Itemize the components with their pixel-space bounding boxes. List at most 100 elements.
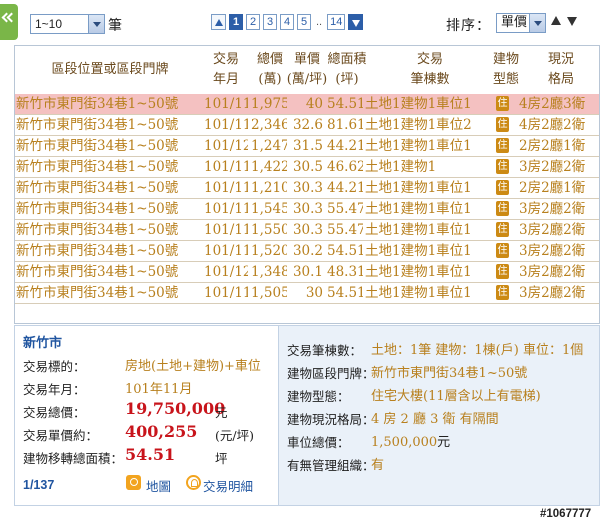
col-header-unit[interactable]: 單價 (萬/坪): [285, 50, 329, 90]
cell-area: 44.21: [327, 138, 363, 154]
col-header-address[interactable]: 區段位置或區段門牌: [15, 60, 205, 80]
col-header-area-line1: 總面積: [327, 52, 367, 67]
table-row[interactable]: 新竹市東門街34巷1~50號 101/11 2,346 32.6 81.61 土地1建物1…: [15, 115, 599, 136]
residential-badge-icon: 住: [496, 159, 509, 174]
cell-date: 101/12: [204, 138, 248, 154]
cell-unit: 30.2: [292, 243, 323, 259]
residential-badge-icon: 住: [496, 180, 509, 195]
table-row[interactable]: 新竹市東門街34巷1~50號 101/12 1,247 31.5 44.21 土地1建物1…: [15, 136, 599, 157]
cell-address: 新竹市東門街34巷1~50號: [16, 222, 179, 238]
transaction-detail-link[interactable]: 交易明細: [203, 476, 253, 495]
col-header-area-line2: (坪): [335, 72, 359, 87]
chevron-down-icon[interactable]: [88, 15, 104, 33]
prev-page-button[interactable]: [211, 14, 226, 30]
cell-total: 1,422: [251, 159, 287, 175]
cell-unit: 40: [305, 96, 323, 112]
table-row[interactable]: 新竹市東門街34巷1~50號 101/11 1,545 30.3 55.47 土地1建物1…: [15, 199, 599, 220]
page-link-1[interactable]: 1: [229, 14, 243, 30]
cell-total: 1,348: [251, 264, 287, 280]
cell-unit: 30.3: [292, 180, 323, 196]
cell-address: 新竹市東門街34巷1~50號: [16, 243, 179, 259]
pagination: 1 2 3 4 5 .. 14: [211, 13, 364, 31]
col-header-items-line2: 筆棟數: [410, 72, 450, 87]
col-header-layout[interactable]: 現況 格局: [541, 50, 581, 90]
cell-date: 101/11: [204, 117, 248, 133]
cell-total: 1,550: [251, 222, 287, 238]
layout-value: 4 房 2 廳 3 衛 有隔間: [371, 412, 499, 427]
cell-items: 土地1建物1車位1: [365, 180, 472, 196]
total-price-value: 19,750,000: [125, 399, 226, 418]
sort-value: 單價: [501, 15, 528, 30]
page-link-last[interactable]: 14: [327, 14, 346, 30]
page-link-3[interactable]: 3: [263, 14, 277, 30]
cell-layout: 3房2廳2衛: [519, 243, 586, 259]
col-header-date-line1: 交易: [212, 52, 239, 67]
record-index: 1/137: [23, 478, 55, 492]
cell-address: 新竹市東門街34巷1~50號: [16, 117, 179, 133]
cell-layout: 3房2廳2衛: [519, 264, 586, 280]
cell-layout: 2房2廳1衛: [519, 180, 586, 196]
col-header-total-line1: 總價: [256, 52, 283, 67]
cell-date: 101/11: [204, 222, 248, 238]
cell-items: 土地1建物1車位2: [365, 117, 472, 133]
cell-area: 54.51: [327, 285, 363, 301]
sort-descending-icon[interactable]: [567, 17, 577, 26]
table-row[interactable]: 新竹市東門街34巷1~50號 101/11 1,520 30.2 54.51 土地1建物1…: [15, 241, 599, 262]
cell-date: 101/12: [204, 264, 248, 280]
col-header-btype[interactable]: 建物 型態: [489, 50, 523, 90]
cell-area: 44.21: [327, 180, 363, 196]
col-header-date[interactable]: 交易 年月: [203, 50, 249, 90]
cell-area: 55.47: [327, 201, 363, 217]
collapse-panel-button[interactable]: [0, 4, 18, 40]
table-header: 區段位置或區段門牌 交易 年月 總價 (萬) 單價 (萬/坪) 總面積 (坪) …: [15, 46, 599, 94]
col-header-area[interactable]: 總面積 (坪): [325, 50, 369, 90]
table-row[interactable]: 新竹市東門街34巷1~50號 101/11 1,210 30.3 44.21 土地1建物1…: [15, 178, 599, 199]
cell-items: 土地1建物1車位1: [365, 264, 472, 280]
table-row[interactable]: 新竹市東門街34巷1~50號 101/12 1,348 30.1 48.31 土地1建物1…: [15, 262, 599, 283]
cell-total: 1,505: [251, 285, 287, 301]
sort-select[interactable]: 單價: [496, 13, 546, 33]
cell-area: 54.51: [327, 96, 363, 112]
cell-items: 土地1建物1車位1: [365, 243, 472, 259]
col-header-items[interactable]: 交易 筆棟數: [385, 50, 475, 90]
sort-ascending-icon[interactable]: [551, 16, 561, 25]
unit-price-label: 交易單價約：: [23, 428, 99, 443]
detail-icon[interactable]: [186, 475, 201, 490]
page-link-5[interactable]: 5: [297, 14, 311, 30]
table-row[interactable]: 新竹市東門街34巷1~50號 101/11 1,975 40 54.51 土地1建物1車位…: [15, 94, 599, 115]
cell-area: 48.31: [327, 264, 363, 280]
page-size-value: 1~10: [35, 17, 63, 31]
items-value: 土地：1筆 建物：1棟(戶) 車位：1個: [371, 343, 584, 358]
building-type-label: 建物型態：: [287, 389, 350, 404]
chevron-down-icon[interactable]: [529, 14, 545, 32]
next-page-button[interactable]: [348, 14, 364, 30]
col-header-total[interactable]: 總價 (萬): [251, 50, 289, 90]
cell-total: 1,520: [251, 243, 287, 259]
table-row[interactable]: 新竹市東門街34巷1~50號 101/11 1,505 30 54.51 土地1建物1車位…: [15, 283, 599, 304]
cell-layout: 2房2廳1衛: [519, 138, 586, 154]
table-row[interactable]: 新竹市東門街34巷1~50號 101/11 1,550 30.3 55.47 土地1建物1…: [15, 220, 599, 241]
parking-price-label: 車位總價：: [287, 435, 350, 450]
area-unit: 坪: [215, 451, 228, 466]
cell-items: 土地1建物1車位1: [365, 222, 472, 238]
map-pin-icon[interactable]: [126, 475, 141, 490]
residential-badge-icon: 住: [496, 117, 509, 132]
cell-address: 新竹市東門街34巷1~50號: [16, 201, 179, 217]
page-size-unit: 筆: [108, 18, 122, 34]
cell-layout: 3房2廳2衛: [519, 222, 586, 238]
cell-area: 55.47: [327, 222, 363, 238]
table-row[interactable]: 新竹市東門街34巷1~50號 101/11 1,422 30.5 46.62 土地1建物1…: [15, 157, 599, 178]
page-link-4[interactable]: 4: [280, 14, 294, 30]
cell-area: 54.51: [327, 243, 363, 259]
page-link-2[interactable]: 2: [246, 14, 260, 30]
map-link[interactable]: 地圖: [146, 476, 171, 495]
page-size-select[interactable]: 1~10: [30, 14, 105, 34]
detail-city: 新竹市: [23, 336, 63, 351]
cell-unit: 30: [305, 285, 323, 301]
cell-address: 新竹市東門街34巷1~50號: [16, 159, 179, 175]
col-header-layout-line2: 格局: [547, 72, 574, 87]
parking-price-value: 1,500,000元: [371, 431, 450, 450]
cell-items: 土地1建物1車位1: [365, 138, 472, 154]
cell-unit: 31.5: [292, 138, 323, 154]
unit-price-value: 400,255: [125, 422, 198, 441]
